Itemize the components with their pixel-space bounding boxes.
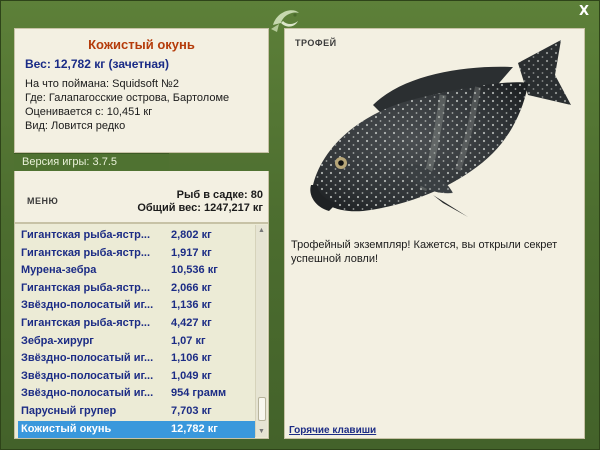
location-info: Где: Галапагосские острова, Бартоломе [25,92,230,104]
fish-in-cage-count: Рыб в садке: 80 [176,189,263,201]
close-icon[interactable]: X [577,5,591,19]
fish-list-item-name: Кожистый окунь [21,422,112,435]
fish-list-item[interactable]: Гигантская рыба-ястр... 4,427 кг [18,315,255,332]
rarity-info: Вид: Ловится редко [25,120,126,132]
fish-list-item-weight: 1,106 кг [171,352,212,365]
fish-weight: Вес: 12,782 кг (зачетная) [25,57,170,71]
fish-list-item-name: Звёздно-полосатый иг... [21,387,154,400]
fish-list-item-weight: 4,427 кг [171,317,212,329]
fish-list-item[interactable]: Гигантская рыба-ястр... 2,066 кг [18,280,255,297]
fish-list: Гигантская рыба-ястр... 2,802 кг Гигантска… [14,223,269,439]
fish-list-item[interactable]: Звёздно-полосатый иг... 1,049 кг [18,368,255,385]
scroll-up-icon[interactable]: ▲ [256,225,267,236]
scroll-thumb[interactable] [258,397,266,421]
fish-list-item-weight: 1,136 кг [171,299,212,312]
fish-list-item-name: Гигантская рыба-ястр... [21,317,151,329]
fish-list-item[interactable]: Звёздно-полосатый иг... 954 грамм [18,385,255,402]
fish-list-item[interactable]: Парусный групер 7,703 кг [18,403,255,420]
trophy-label: ТРОФЕЙ [295,38,337,48]
version-label: Версия игры: 3.7.5 [14,153,169,171]
fish-list-item-weight: 954 грамм [171,387,227,400]
fish-trophy-image [310,40,571,217]
fish-list-item[interactable]: Кожистый окунь 12,782 кг [18,420,255,438]
fish-list-item-name: Звёздно-полосатый иг... [21,299,154,312]
fish-list-item[interactable]: Гигантская рыба-ястр... 1,917 кг [18,245,255,262]
menu-button[interactable]: МЕНЮ [27,196,58,206]
menu-stats-area: МЕНЮ Рыб в садке: 80 Общий вес: 1247,217… [14,171,269,223]
fish-list-item-name: Мурена-зебра [21,264,97,277]
fish-list-item-name: Гигантская рыба-ястр... [21,246,151,259]
fish-list-item-name: Звёздно-полосатый иг... [21,369,154,382]
fish-list-item[interactable]: Зебра-хирург 1,07 кг [18,333,255,350]
cage-stats: Рыб в садке: 80 Общий вес: 1247,217 кг [137,189,263,215]
fish-list-item-name: Гигантская рыба-ястр... [21,229,151,241]
fish-list-item-weight: 1,917 кг [171,246,212,259]
fish-list-item-name: Зебра-хирург [21,334,94,347]
list-scrollbar[interactable]: ▲ ▼ [255,225,267,437]
fish-list-item-weight: 1,07 кг [171,334,206,347]
value-info: Оценивается с: 10,451 кг [25,106,153,118]
fish-list-item[interactable]: Звёздно-полосатый иг... 1,136 кг [18,297,255,314]
total-weight: Общий вес: 1247,217 кг [137,202,263,214]
game-window: X Кожистый окунь Вес: 12,782 кг (зачетна… [0,0,600,450]
trophy-panel: ТРОФЕЙ Трофейный экземпляр! Кажется, вы … [284,28,585,439]
hotkeys-link[interactable]: Горячие клавиши [289,425,376,436]
fish-list-item-weight: 7,703 кг [171,405,212,417]
fish-list-item-name: Звёздно-полосатый иг... [21,352,154,365]
fish-list-item-weight: 10,536 кг [171,264,218,277]
catch-info-panel: Кожистый окунь Вес: 12,782 кг (зачетная)… [14,28,269,153]
fish-list-item-weight: 2,802 кг [171,229,212,241]
fish-list-item[interactable]: Звёздно-полосатый иг... 1,106 кг [18,350,255,367]
bait-info: На что поймана: Squidsoft №2 [25,78,179,90]
fish-list-item[interactable]: Мурена-зебра 10,536 кг [18,262,255,279]
fish-name-title: Кожистый окунь [88,37,195,52]
fish-list-item-weight: 2,066 кг [171,281,212,294]
fish-list-item-weight: 1,049 кг [171,369,212,382]
fish-list-item-name: Гигантская рыба-ястр... [21,281,151,294]
fish-list-item[interactable]: Гигантская рыба-ястр... 2,802 кг [18,227,255,244]
fish-list-item-weight: 12,782 кг [171,422,218,435]
fish-list-item-name: Парусный групер [21,405,117,417]
scroll-down-icon[interactable]: ▼ [256,426,267,437]
trophy-description: Трофейный экземпляр! Кажется, вы открыли… [291,239,558,265]
